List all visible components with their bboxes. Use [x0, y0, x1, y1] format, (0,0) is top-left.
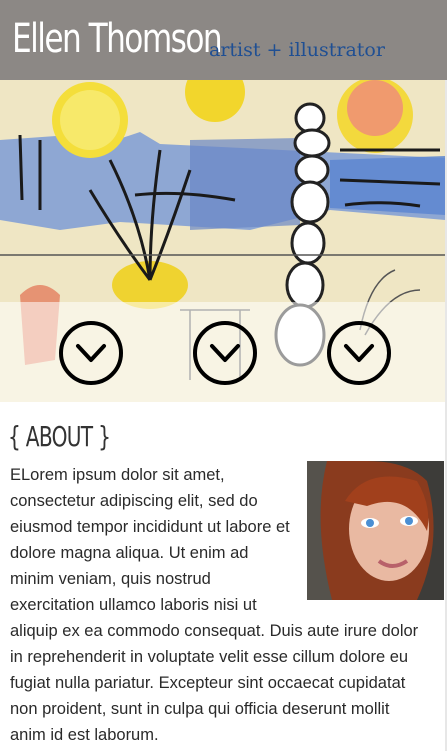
chevron-down-icon — [210, 344, 240, 362]
hero-nav-button-2[interactable] — [193, 321, 257, 385]
about-paragraph: ELorem ipsum dolor sit amet, consectetur… — [10, 462, 420, 748]
site-title[interactable]: Ellen Thomson — [12, 14, 223, 64]
hero-nav-button-3[interactable] — [327, 321, 391, 385]
about-section: { ABOUT } ELorem ipsum dolor sit amet, c… — [0, 402, 447, 751]
chevron-down-icon — [344, 344, 374, 362]
photo-float-spacer — [296, 462, 420, 600]
hero-nav-button-1[interactable] — [59, 321, 123, 385]
site-header: Ellen Thomson artist + illustrator — [0, 0, 447, 80]
about-heading: { ABOUT } — [8, 420, 111, 453]
chevron-down-icon — [76, 344, 106, 362]
site-tagline: artist + illustrator — [209, 39, 385, 61]
hero-artwork — [0, 80, 447, 402]
